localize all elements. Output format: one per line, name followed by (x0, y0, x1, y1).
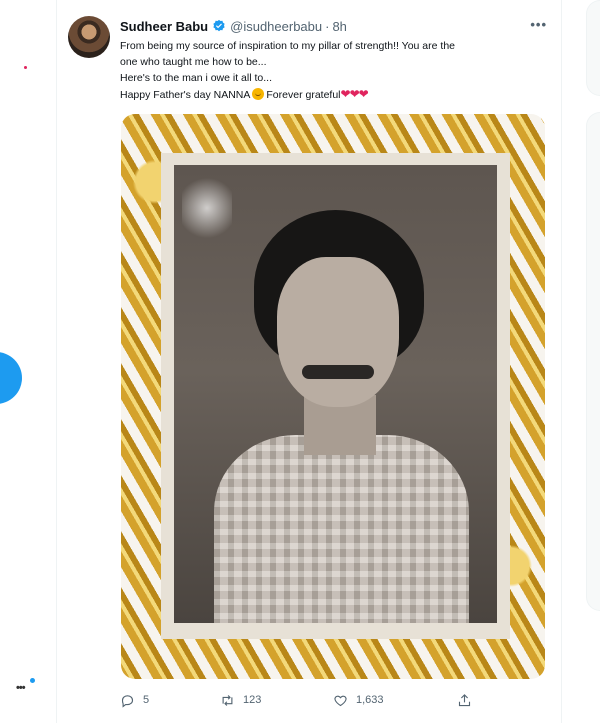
tweet-actions: 5 123 1,633 (120, 690, 520, 710)
compose-tweet-button[interactable] (0, 352, 22, 404)
photo-wear-mark (182, 173, 232, 243)
sidebar-card (586, 112, 600, 611)
reply-button[interactable]: 5 (120, 690, 149, 710)
moustache-shape (302, 365, 374, 379)
reply-count: 5 (143, 694, 150, 706)
red-hearts-emoji: ❤❤❤ (340, 87, 369, 101)
face-shape (277, 257, 399, 407)
tweet-timestamp[interactable]: 8h (332, 19, 346, 34)
plaid-shirt-shape (214, 435, 469, 623)
left-navigation-rail: ••• (0, 0, 56, 723)
portrait-image (174, 165, 497, 623)
retweet-button[interactable]: 123 (220, 690, 261, 710)
tweet-header: Sudheer Babu @isudheerbabu · 8h ••• (120, 17, 547, 35)
notification-dot (24, 66, 27, 69)
verified-badge-icon (212, 19, 226, 33)
share-icon (458, 693, 471, 706)
like-count: 1,633 (356, 694, 384, 706)
tweet-photo[interactable] (121, 114, 545, 679)
more-options-icon[interactable]: ••• (530, 17, 547, 32)
heart-icon (334, 695, 347, 706)
hugging-face-emoji-icon (252, 88, 265, 100)
tweet-text-line: Here's to the man i owe it all to... (120, 72, 272, 84)
tweet-text-line-last: Happy Father's day NANNA Forever grateful… (120, 86, 545, 103)
more-menu-button[interactable]: ••• (16, 678, 36, 694)
header-separator: · (325, 18, 330, 34)
author-name[interactable]: Sudheer Babu (120, 19, 208, 34)
author-handle[interactable]: @isudheerbabu (230, 19, 322, 34)
reply-icon (121, 694, 134, 708)
tweet-text-fathers-day: Happy Father's day NANNA (120, 89, 251, 101)
notification-dot-blue (30, 678, 35, 683)
sidebar-card (586, 0, 600, 96)
tweet-text-line: From being my source of inspiration to m… (120, 40, 456, 52)
vintage-portrait-photo (161, 153, 510, 639)
more-dots-icon: ••• (16, 682, 26, 694)
author-avatar[interactable] (68, 16, 110, 58)
tweet-text-line: one who taught me how to be... (120, 56, 267, 68)
feed-right-border (561, 0, 562, 723)
retweet-count: 123 (243, 694, 262, 706)
tweet-card[interactable]: Sudheer Babu @isudheerbabu · 8h ••• From… (57, 0, 561, 723)
tweet-text: From being my source of inspiration to m… (120, 38, 545, 103)
like-button[interactable]: 1,633 (333, 690, 384, 710)
retweet-icon (222, 694, 233, 706)
tweet-text-grateful: Forever grateful (266, 89, 341, 101)
share-button[interactable] (457, 690, 472, 710)
